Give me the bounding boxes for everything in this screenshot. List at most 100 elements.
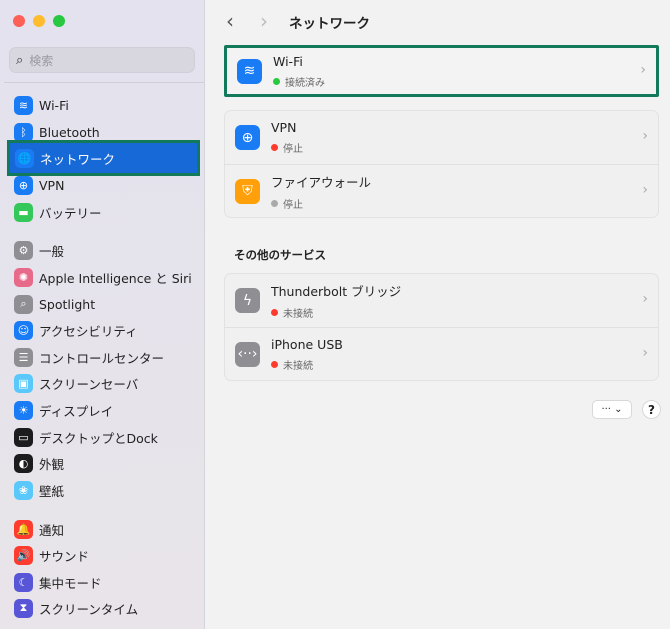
sidebar-item-label: スクリーンセーバ bbox=[39, 376, 139, 392]
sound-icon: 🔊 bbox=[14, 545, 33, 565]
status-dot bbox=[271, 144, 278, 151]
wallpaper-icon: ❀ bbox=[14, 480, 33, 500]
accessibility-icon: ☺ bbox=[14, 320, 33, 340]
sidebar-item[interactable]: ▭ デスクトップとDock bbox=[9, 425, 196, 449]
sidebar-item-label: 外観 bbox=[39, 456, 65, 472]
service-row[interactable]: ‹··› iPhone USB 未接続 › bbox=[225, 327, 658, 380]
sidebar-item-label: コントロールセンター bbox=[39, 350, 165, 366]
sidebar-item-label: Spotlight bbox=[39, 296, 96, 312]
hourglass-icon: ⧗ bbox=[14, 598, 33, 618]
sidebar-item[interactable]: ⧗ スクリーンタイム bbox=[9, 596, 196, 620]
service-status: 未接続 bbox=[283, 309, 313, 320]
spotlight-icon: ⌕ bbox=[14, 294, 33, 314]
service-status: 接続済み bbox=[285, 77, 325, 89]
chevron-right-icon: › bbox=[642, 345, 648, 361]
wifi-card: ≋ Wi-Fi 接続済み › bbox=[224, 45, 659, 97]
sidebar-item-label: ネットワーク bbox=[40, 151, 116, 167]
sidebar-item-label: アクセシビリティ bbox=[39, 323, 138, 339]
sidebar-item-label: 集中モード bbox=[39, 575, 102, 591]
moon-icon: ☾ bbox=[14, 572, 33, 592]
status-dot bbox=[271, 309, 278, 316]
zoom-button[interactable] bbox=[53, 15, 65, 27]
screensaver-icon: ▣ bbox=[14, 373, 33, 393]
vpn-globe-icon: ⊕ bbox=[235, 125, 260, 150]
wifi-icon: ≋ bbox=[14, 95, 33, 115]
control-center-icon: ☰ bbox=[14, 347, 33, 367]
service-status: 停止 bbox=[283, 199, 303, 211]
service-row[interactable]: ⛨ ファイアウォール 停止 › bbox=[225, 164, 658, 217]
vpn-firewall-card: ⊕ VPN 停止 › ⛨ ファイアウォール 停止 › bbox=[224, 110, 659, 218]
sidebar-item-label: スクリーンタイム bbox=[39, 601, 139, 617]
sidebar-item[interactable]: 🔔 通知 bbox=[9, 517, 196, 541]
sidebar-item-label: バッテリー bbox=[39, 205, 102, 221]
sidebar-item[interactable]: ☰ コントロールセンター bbox=[9, 345, 196, 369]
status-dot bbox=[273, 77, 280, 85]
appearance-icon: ◐ bbox=[14, 453, 33, 473]
dock-icon: ▭ bbox=[14, 427, 33, 447]
sidebar-item[interactable]: ▬ バッテリー bbox=[9, 200, 196, 224]
sidebar-item[interactable]: ≋ Wi-Fi bbox=[9, 93, 196, 117]
thunderbolt-icon: ϟ bbox=[235, 288, 260, 313]
search-placeholder: 検索 bbox=[29, 53, 54, 68]
section-title: その他のサービス bbox=[234, 248, 326, 262]
more-actions-button[interactable]: ··· ⌄ bbox=[592, 400, 632, 419]
service-row[interactable]: ϟ Thunderbolt ブリッジ 未接続 › bbox=[225, 274, 658, 327]
status-dot bbox=[271, 360, 278, 368]
main-pane: ‹ › ネットワーク ≋ Wi-Fi 接続済み › ⊕ VPN 停止 › ⛨ フ… bbox=[206, 0, 670, 629]
sidebar-item-label: Bluetooth bbox=[39, 124, 100, 140]
service-row[interactable]: ≋ Wi-Fi 接続済み › bbox=[227, 48, 656, 94]
chevron-right-icon: › bbox=[642, 128, 648, 144]
battery-icon: ▬ bbox=[14, 202, 33, 222]
bluetooth-icon: ᛒ bbox=[14, 122, 33, 142]
sidebar-item-label: VPN bbox=[39, 177, 65, 193]
sidebar-item-label: 一般 bbox=[39, 243, 65, 259]
service-name: Thunderbolt ブリッジ bbox=[271, 284, 402, 299]
sidebar-item-label: Apple Intelligence と Siri bbox=[39, 270, 192, 286]
chevron-right-icon: › bbox=[642, 182, 648, 198]
sidebar-item[interactable]: ᛒ Bluetooth bbox=[9, 120, 196, 144]
sidebar-item-label: ディスプレイ bbox=[39, 403, 114, 419]
sidebar-item[interactable]: 🌐 ネットワーク bbox=[7, 140, 200, 176]
chevron-right-icon: › bbox=[640, 62, 646, 78]
sidebar: ⌕ 検索 ≋ Wi-Fi ᛒ Bluetooth 🌐 ネットワーク ⊕ VPN ▬ バッテリー ⚙ 一般… bbox=[0, 0, 205, 629]
sidebar-item[interactable]: ⌕ Spotlight bbox=[9, 292, 196, 316]
sidebar-item[interactable]: ▣ スクリーンセーバ bbox=[9, 371, 196, 395]
service-status: 停止 bbox=[283, 144, 303, 155]
help-button[interactable]: ? bbox=[642, 400, 661, 419]
back-button[interactable]: ‹ bbox=[226, 9, 234, 33]
sidebar-item-label: 通知 bbox=[39, 522, 65, 538]
service-status: 未接続 bbox=[283, 360, 313, 372]
page-title: ネットワーク bbox=[289, 16, 370, 32]
sidebar-item[interactable]: 🔊 サウンド bbox=[9, 543, 196, 567]
sidebar-item[interactable]: ⊕ VPN bbox=[9, 173, 196, 197]
wifi-icon: ≋ bbox=[237, 58, 262, 84]
sidebar-item-label: Wi-Fi bbox=[39, 97, 69, 113]
sidebar-item[interactable]: ❀ 壁紙 bbox=[9, 478, 196, 502]
gear-icon: ⚙ bbox=[14, 240, 33, 260]
sidebar-item-label: サウンド bbox=[39, 548, 90, 564]
globe-icon: 🌐 bbox=[15, 148, 34, 168]
chevron-right-icon: › bbox=[642, 291, 648, 307]
search-icon: ⌕ bbox=[16, 52, 24, 68]
sidebar-item[interactable]: ☾ 集中モード bbox=[9, 570, 196, 594]
other-services-card: ϟ Thunderbolt ブリッジ 未接続 › ‹··› iPhone USB… bbox=[224, 273, 659, 381]
service-name: ファイアウォール bbox=[271, 174, 372, 190]
sidebar-item[interactable]: ⚙ 一般 bbox=[9, 238, 196, 262]
vpn-globe-icon: ⊕ bbox=[14, 175, 33, 195]
sidebar-item[interactable]: ✺ Apple Intelligence と Siri bbox=[9, 265, 196, 289]
search-input[interactable]: ⌕ 検索 bbox=[9, 47, 195, 73]
service-row[interactable]: ⊕ VPN 停止 › bbox=[225, 111, 658, 164]
siri-icon: ✺ bbox=[14, 267, 33, 287]
sidebar-item[interactable]: ☀ ディスプレイ bbox=[9, 398, 196, 422]
status-dot bbox=[271, 199, 278, 207]
bell-icon: 🔔 bbox=[14, 519, 33, 539]
firewall-shield-icon: ⛨ bbox=[235, 178, 260, 204]
divider bbox=[4, 82, 204, 83]
forward-button[interactable]: › bbox=[260, 9, 268, 33]
sidebar-item[interactable]: ☺ アクセシビリティ bbox=[9, 318, 196, 342]
close-button[interactable] bbox=[13, 15, 25, 27]
display-icon: ☀ bbox=[14, 400, 33, 420]
minimize-button[interactable] bbox=[33, 15, 45, 27]
sidebar-item[interactable]: ◐ 外観 bbox=[9, 451, 196, 475]
service-name: iPhone USB bbox=[271, 336, 343, 352]
